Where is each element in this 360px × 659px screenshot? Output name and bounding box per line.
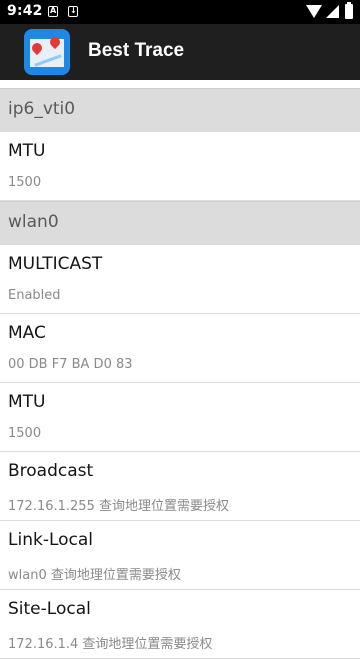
map-pins-icon (24, 29, 70, 75)
list-item-multicast[interactable]: MULTICAST Enabled (0, 245, 360, 314)
item-title: MULTICAST (8, 254, 103, 274)
item-value: 172.16.1.255 查询地理位置需要授权 (8, 499, 229, 514)
status-bar: 9:42 A ↓ (0, 0, 360, 24)
wifi-icon (306, 5, 322, 18)
status-time: 9:42 (7, 3, 43, 19)
download-notification-icon: ↓ (68, 6, 78, 17)
list-item-mtu[interactable]: MTU 1500 (0, 132, 360, 201)
item-value: 1500 (8, 426, 42, 441)
item-title: MAC (8, 323, 46, 343)
item-value: wlan0 查询地理位置需要授权 (8, 568, 181, 583)
a-notification-icon: A (48, 6, 58, 17)
section-label: ip6_vti0 (8, 99, 76, 119)
list-item-broadcast[interactable]: Broadcast 172.16.1.255 查询地理位置需要授权 (0, 452, 360, 521)
interface-list[interactable]: ip6_vti0 MTU 1500 wlan0 MULTICAST Enable… (0, 80, 360, 659)
battery-icon (345, 2, 353, 19)
app-bar: Best Trace (0, 24, 360, 80)
item-value: 1500 (8, 175, 42, 190)
list-item-site-local[interactable]: Site-Local 172.16.1.4 查询地理位置需要授权 (0, 590, 360, 659)
item-title: Broadcast (8, 461, 94, 481)
list-item-mtu[interactable]: MTU 1500 (0, 383, 360, 452)
list-item-mac[interactable]: MAC 00 DB F7 BA D0 83 (0, 314, 360, 383)
section-header-ip6-vti0: ip6_vti0 (0, 88, 360, 132)
app-title: Best Trace (88, 40, 185, 61)
section-header-wlan0: wlan0 (0, 201, 360, 245)
item-value: Enabled (8, 288, 61, 303)
item-value: 00 DB F7 BA D0 83 (8, 357, 133, 372)
section-label: wlan0 (8, 212, 59, 232)
list-item-link-local[interactable]: Link-Local wlan0 查询地理位置需要授权 (0, 521, 360, 590)
item-title: MTU (8, 141, 46, 161)
item-title: MTU (8, 392, 46, 412)
item-title: Link-Local (8, 530, 94, 550)
signal-icon (326, 5, 339, 18)
list-top-spacer (0, 80, 360, 88)
item-title: Site-Local (8, 599, 91, 619)
item-value: 172.16.1.4 查询地理位置需要授权 (8, 637, 213, 652)
